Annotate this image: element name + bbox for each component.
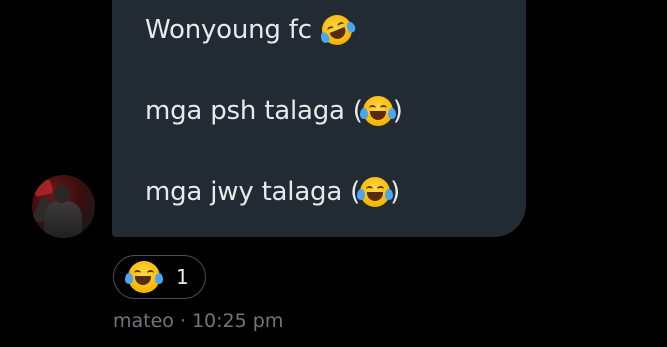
reaction-button[interactable]: 1 (113, 255, 206, 299)
message-text: mga jwy talaga ( (145, 177, 361, 207)
message-line: mga jwy talaga ( ) (145, 177, 400, 207)
message-timestamp: 10:25 pm (191, 310, 284, 332)
dm-conversation-view: Wonyoung fc mga psh talaga ( ) mga jwy t… (0, 0, 667, 347)
tears-of-joy-icon (125, 261, 163, 293)
reaction-count: 1 (176, 265, 189, 289)
avatar[interactable] (32, 175, 95, 238)
rolling-on-floor-laughing-icon (317, 10, 357, 50)
message-text: Wonyoung fc (145, 15, 312, 45)
message-line: mga psh talaga ( ) (145, 96, 403, 126)
sender-name: mateo (113, 310, 174, 332)
meta-separator: · (179, 310, 186, 332)
message-meta: mateo · 10:25 pm (113, 310, 283, 332)
message-bubble[interactable]: Wonyoung fc mga psh talaga ( ) mga jwy t… (112, 0, 526, 237)
message-line: Wonyoung fc (145, 10, 357, 50)
tears-of-joy-icon (359, 96, 396, 126)
tears-of-joy-icon (357, 177, 394, 207)
message-text: mga psh talaga ( (145, 96, 363, 126)
